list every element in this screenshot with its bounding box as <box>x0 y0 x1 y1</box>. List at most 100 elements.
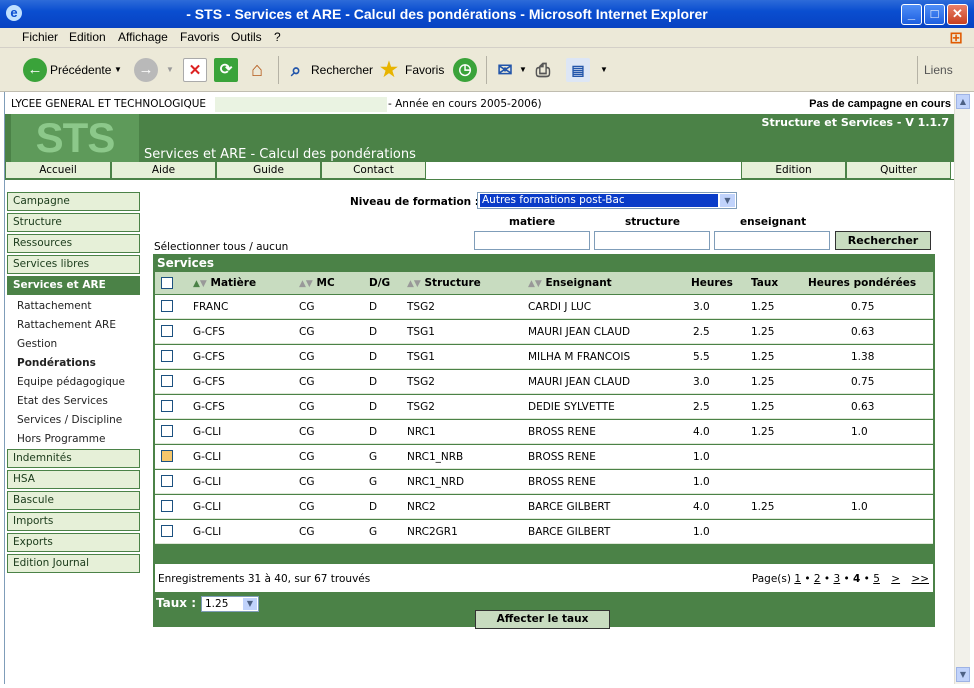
row-checkbox[interactable] <box>161 500 173 512</box>
favorites-star-icon[interactable]: ★ <box>377 58 401 82</box>
tab-quitter[interactable]: Quitter <box>846 162 951 179</box>
table-row[interactable]: G-CFS CG D TSG1 MAURI JEAN CLAUD 2.5 1.25 0.63 <box>155 320 933 344</box>
table-row[interactable]: FRANC CG D TSG2 CARDI J LUC 3.0 1.25 0.75 <box>155 295 933 319</box>
close-icon[interactable]: ✕ <box>947 4 968 25</box>
sidebar-link-rattachement[interactable]: Rattachement <box>17 300 92 312</box>
row-checkbox[interactable] <box>161 425 173 437</box>
sidebar-item-services-libres[interactable]: Services libres <box>7 255 140 274</box>
table-row[interactable]: G-CFS CG D TSG1 MILHA M FRANCOIS 5.5 1.25 1.38 <box>155 345 933 369</box>
row-checkbox[interactable] <box>161 375 173 387</box>
page-link[interactable]: 5 <box>873 573 880 585</box>
search-label[interactable]: Rechercher <box>311 63 373 77</box>
print-icon[interactable]: ⎙ <box>531 58 555 82</box>
enseignant-input[interactable] <box>714 231 830 250</box>
last-page-link[interactable]: >> <box>911 573 929 585</box>
taux-select[interactable]: 1.25 ▼ <box>201 596 259 612</box>
chevron-down-icon[interactable]: ▼ <box>243 598 257 610</box>
sidebar-item-imports[interactable]: Imports <box>7 512 140 531</box>
forward-arrow-icon[interactable]: → <box>134 58 158 82</box>
sort-asc-icon[interactable]: ▲ <box>193 279 200 289</box>
mail-dropdown-icon[interactable]: ▼ <box>519 65 527 74</box>
tab-edition[interactable]: Edition <box>741 162 846 179</box>
sort-desc-icon[interactable]: ▼ <box>414 279 421 289</box>
home-icon[interactable]: ⌂ <box>245 58 269 82</box>
row-checkbox[interactable] <box>161 525 173 537</box>
sort-desc-icon[interactable]: ▼ <box>535 279 542 289</box>
structure-input[interactable] <box>594 231 710 250</box>
sidebar-link-equipe[interactable]: Equipe pédagogique <box>17 376 125 388</box>
back-label[interactable]: Précédente <box>50 63 111 77</box>
select-all-checkbox[interactable] <box>161 277 173 289</box>
sidebar-item-edition-journal[interactable]: Edition Journal <box>7 554 140 573</box>
sidebar-item-hsa[interactable]: HSA <box>7 470 140 489</box>
sort-asc-icon[interactable]: ▲ <box>299 279 306 289</box>
table-row[interactable]: G-CLI CG G NRC1_NRB BROSS RENE 1.0 <box>155 445 933 469</box>
sidebar-item-services-are[interactable]: Services et ARE <box>7 276 140 295</box>
row-checkbox[interactable] <box>161 325 173 337</box>
sort-desc-icon[interactable]: ▼ <box>200 279 207 289</box>
search-button[interactable]: Rechercher <box>835 231 931 250</box>
row-checkbox[interactable] <box>161 400 173 412</box>
forward-dropdown-icon[interactable]: ▼ <box>166 65 174 74</box>
chevron-down-icon[interactable]: ▼ <box>720 194 735 207</box>
history-icon[interactable]: ◷ <box>453 58 477 82</box>
maximize-icon[interactable]: □ <box>924 4 945 25</box>
scroll-down-icon[interactable]: ▼ <box>956 667 970 682</box>
tab-guide[interactable]: Guide <box>216 162 321 179</box>
favorites-label[interactable]: Favoris <box>405 63 444 77</box>
menu-edition[interactable]: Edition <box>69 30 106 44</box>
sidebar-link-etat-services[interactable]: Etat des Services <box>17 395 108 407</box>
select-none-link[interactable]: aucun <box>256 241 288 253</box>
mail-icon[interactable]: ✉ <box>493 58 517 82</box>
row-checkbox[interactable] <box>161 450 173 462</box>
back-arrow-icon[interactable]: ← <box>23 58 47 82</box>
table-row[interactable]: G-CLI CG D NRC2 BARCE GILBERT 4.0 1.25 1.0 <box>155 495 933 519</box>
back-dropdown-icon[interactable]: ▼ <box>114 65 122 74</box>
sidebar-item-bascule[interactable]: Bascule <box>7 491 140 510</box>
sidebar-item-indemnites[interactable]: Indemnités <box>7 449 140 468</box>
header-mc[interactable]: MC <box>317 277 335 289</box>
menu-favoris[interactable]: Favoris <box>180 30 219 44</box>
menu-help[interactable]: ? <box>274 30 281 44</box>
sidebar-link-services-discipline[interactable]: Services / Discipline <box>17 414 122 426</box>
tab-contact[interactable]: Contact <box>321 162 426 179</box>
edit-dropdown-icon[interactable]: ▼ <box>600 65 608 74</box>
table-row[interactable]: G-CFS CG D TSG2 DEDIE SYLVETTE 2.5 1.25 0.63 <box>155 395 933 419</box>
search-icon[interactable]: ⌕ <box>284 58 308 82</box>
scroll-up-icon[interactable]: ▲ <box>956 94 970 109</box>
menu-outils[interactable]: Outils <box>231 30 262 44</box>
sidebar-link-gestion[interactable]: Gestion <box>17 338 57 350</box>
header-matiere[interactable]: Matière <box>211 277 257 289</box>
page-link[interactable]: 2 <box>814 573 821 585</box>
stop-icon[interactable]: ✕ <box>183 58 207 82</box>
refresh-icon[interactable]: ⟳ <box>214 58 238 82</box>
menu-affichage[interactable]: Affichage <box>118 30 168 44</box>
table-row[interactable]: G-CLI CG D NRC1 BROSS RENE 4.0 1.25 1.0 <box>155 420 933 444</box>
sidebar-link-rattachement-are[interactable]: Rattachement ARE <box>17 319 116 331</box>
tab-accueil[interactable]: Accueil <box>5 162 111 179</box>
niveau-select[interactable]: Autres formations post-Bac ▼ <box>477 192 737 209</box>
page-link[interactable]: 1 <box>794 573 801 585</box>
row-checkbox[interactable] <box>161 475 173 487</box>
links-label[interactable]: Liens <box>924 63 953 77</box>
sidebar-item-ressources[interactable]: Ressources <box>7 234 140 253</box>
sidebar-item-structure[interactable]: Structure <box>7 213 140 232</box>
table-row[interactable]: G-CFS CG D TSG2 MAURI JEAN CLAUD 3.0 1.25 0.75 <box>155 370 933 394</box>
sort-asc-icon[interactable]: ▲ <box>407 279 414 289</box>
header-structure[interactable]: Structure <box>425 277 481 289</box>
matiere-input[interactable] <box>474 231 590 250</box>
select-all-link[interactable]: tous <box>223 241 246 253</box>
minimize-icon[interactable]: _ <box>901 4 922 25</box>
menu-fichier[interactable]: Fichier <box>22 30 58 44</box>
sidebar-link-hors-programme[interactable]: Hors Programme <box>17 433 105 445</box>
sidebar-link-ponderations[interactable]: Pondérations <box>17 357 96 369</box>
sidebar-item-exports[interactable]: Exports <box>7 533 140 552</box>
sidebar-item-campagne[interactable]: Campagne <box>7 192 140 211</box>
next-page-link[interactable]: > <box>891 573 900 585</box>
edit-icon[interactable]: ▤ <box>566 58 590 82</box>
tab-aide[interactable]: Aide <box>111 162 216 179</box>
table-row[interactable]: G-CLI CG G NRC2GR1 BARCE GILBERT 1.0 <box>155 520 933 544</box>
affecter-taux-button[interactable]: Affecter le taux <box>475 610 610 629</box>
table-row[interactable]: G-CLI CG G NRC1_NRD BROSS RENE 1.0 <box>155 470 933 494</box>
row-checkbox[interactable] <box>161 300 173 312</box>
